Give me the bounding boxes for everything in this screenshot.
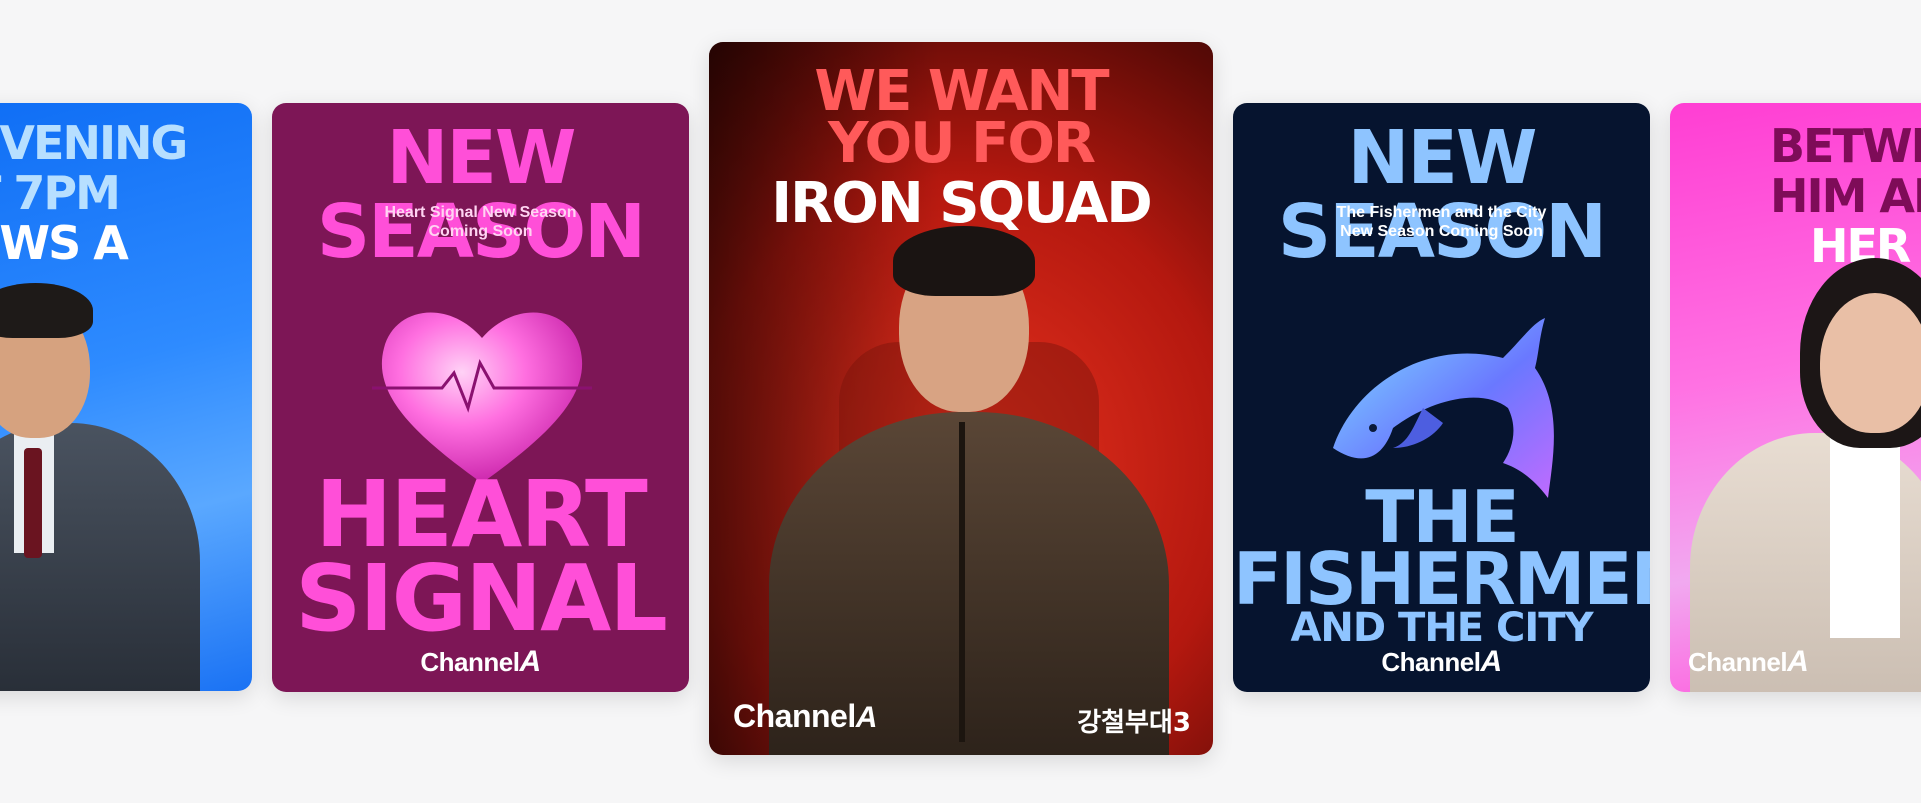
subtitle-line: New Season Coming Soon [1340,223,1543,240]
logo-mark: A [1480,645,1502,678]
subtitle-line: Heart Signal New Season [384,204,577,221]
logo-mark: A [519,645,541,678]
poster-card-fishermen[interactable]: NEW SEASON The Fishermen and the City Ne… [1233,103,1650,692]
headline-line: HIM AI [1770,169,1921,223]
poster-title: HEART SIGNAL [272,469,689,652]
korean-title: 강철부대3 [1077,708,1191,738]
poster-headline: BETWE HIM AI HER [1770,121,1921,271]
poster-card-evening-news[interactable]: EVENING T 7PM EWS A [0,103,252,691]
channel-a-logo: ChannelA [1688,645,1809,679]
logo-mark: A [855,701,878,734]
poster-subtitle: The Fishermen and the City New Season Co… [1233,203,1650,241]
new-season-label: NEW SEASON [316,115,646,275]
headline-line: T 7PM [0,166,121,220]
logo-text: Channel [420,647,520,677]
soldier-photo [759,212,1179,755]
poster-card-heart-signal[interactable]: NEW SEASON Heart Signal New Season Comin… [272,103,689,692]
headline-line: BETWE [1770,119,1921,173]
channel-a-logo: ChannelA [733,698,877,735]
logo-text: Channel [1381,647,1481,677]
logo-text: Channel [1688,647,1788,677]
tagline-line: YOU FOR [827,111,1096,176]
new-season-label: NEW SEASON [1277,115,1607,275]
channel-a-logo: ChannelA [1233,645,1650,679]
headline-line: EVENING [0,116,188,170]
poster-title-line-3: AND THE CITY [1290,605,1593,651]
host-photo [1690,253,1921,692]
subtitle-line: The Fishermen and the City [1336,204,1547,221]
poster-card-iron-squad[interactable]: WE WANT YOU FOR IRON SQUAD ChannelA 강철부대… [709,42,1213,755]
poster-card-between-him-and-her[interactable]: BETWE HIM AI HER ChannelA [1670,103,1921,692]
poster-tagline: WE WANT YOU FOR [709,64,1213,176]
logo-mark: A [1787,645,1809,678]
poster-subtitle: Heart Signal New Season Coming Soon [272,203,689,241]
anchor-photo [0,253,252,691]
poster-headline: EVENING T 7PM EWS A [0,116,188,268]
subtitle-line: Coming Soon [428,223,533,240]
title-line: SIGNAL [295,545,668,652]
channel-a-logo: ChannelA [272,645,689,679]
logo-text: Channel [733,698,856,734]
